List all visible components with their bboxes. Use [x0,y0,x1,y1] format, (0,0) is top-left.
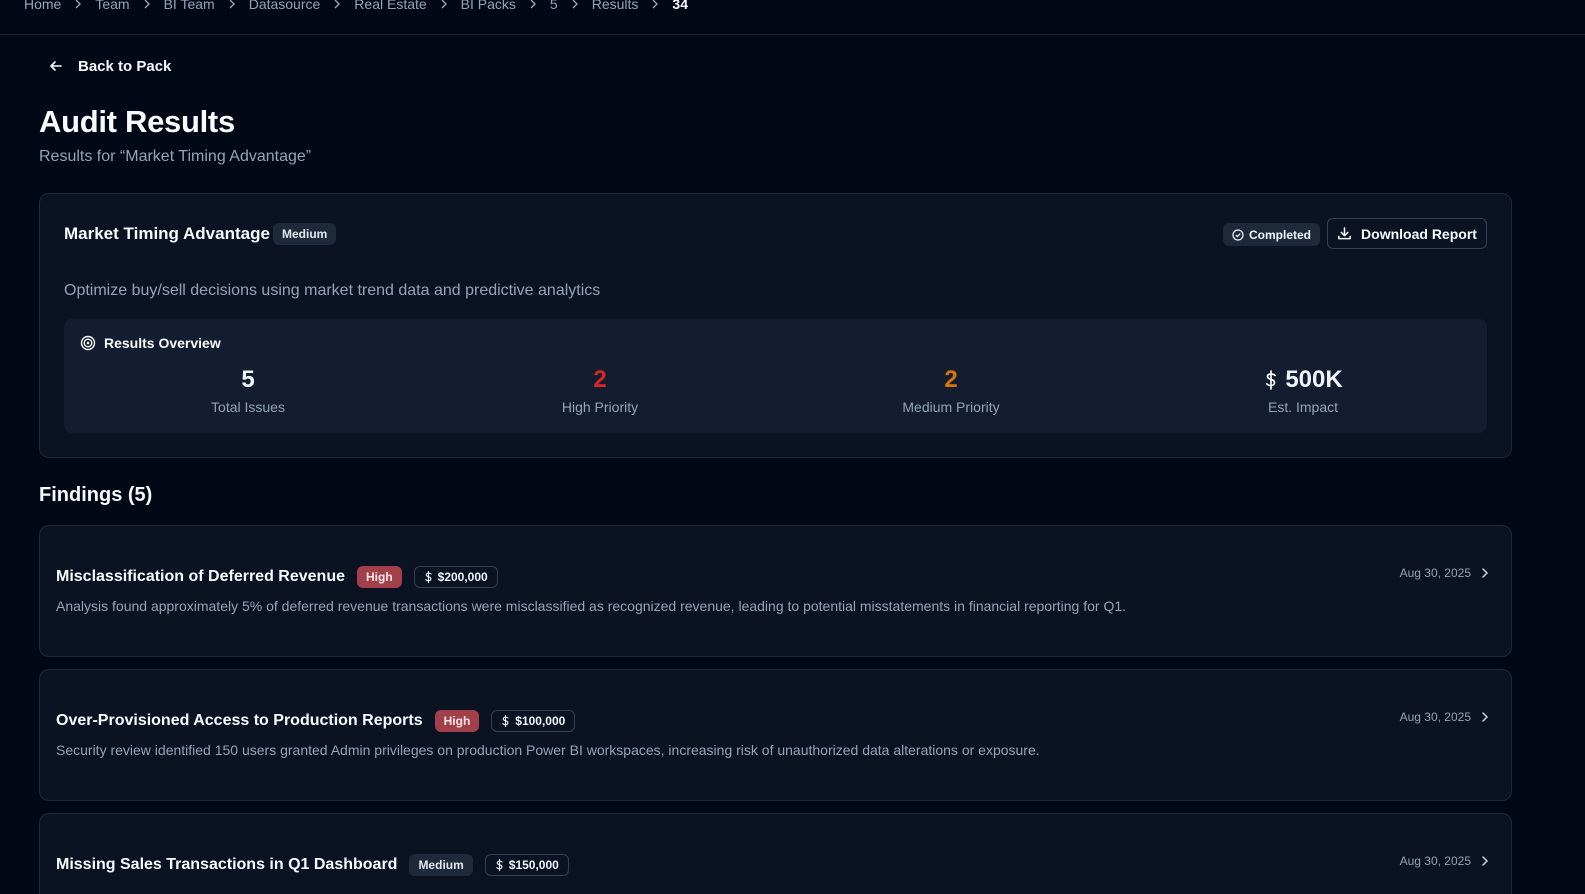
chevron-right-icon [427,0,461,9]
finding-header: Over-Provisioned Access to Production Re… [56,710,576,732]
pack-description: Optimize buy/sell decisions using market… [64,282,601,299]
finding-date: Aug 30, 2025 [1399,710,1471,724]
chevron-right-icon [61,0,95,9]
finding-description: Analysis found approximately 5% of defer… [56,598,1127,614]
chevron-right-icon [516,0,550,9]
impact-value: $150,000 [508,858,559,872]
results-overview: Results Overview 5 Total Issues 2 High P… [64,319,1487,433]
finding-card[interactable]: Over-Provisioned Access to Production Re… [39,669,1512,801]
target-icon [80,335,96,351]
chevron-right-icon [638,0,672,9]
chevron-right-icon [130,0,164,9]
stat-est-impact: 500K Est. Impact [1127,365,1479,415]
finding-description: Security review identified 150 users gra… [56,742,1040,758]
breadcrumb-team[interactable]: Team [95,0,129,12]
finding-header: Missing Sales Transactions in Q1 Dashboa… [56,854,569,876]
overview-heading-label: Results Overview [104,335,221,351]
check-circle-icon [1232,228,1244,241]
impact-badge: $150,000 [484,854,569,876]
download-report-button[interactable]: Download Report [1327,218,1487,249]
breadcrumb-bi-packs[interactable]: BI Packs [461,0,516,12]
stat-medium-priority: 2 Medium Priority [775,365,1127,415]
finding-header: Misclassification of Deferred Revenue Hi… [56,566,498,588]
stat-value: 2 [593,366,607,393]
breadcrumb-datasource[interactable]: Datasource [249,0,321,12]
page-title: Audit Results [39,104,235,139]
chevron-right-icon [320,0,354,9]
status-badge: Completed [1223,223,1321,246]
stat-high-priority: 2 High Priority [424,365,776,415]
severity-badge: High [434,710,480,732]
stat-value: 2 [944,366,958,393]
breadcrumb-bi-team[interactable]: BI Team [164,0,215,12]
top-bar: Home Team BI Team Datasource Real Estate… [0,0,1585,35]
impact-value: $200,000 [437,570,488,584]
breadcrumb-results[interactable]: Results [592,0,639,12]
stat-label: Est. Impact [1267,399,1339,415]
stat-label: Medium Priority [902,399,1000,415]
stat-value-row: 500K [1127,365,1479,395]
stat-label: High Priority [561,399,639,415]
stat-total-issues: 5 Total Issues [72,365,424,415]
stat-value: 500K [1285,366,1343,393]
severity-badge: High [356,566,402,588]
pack-name: Market Timing Advantage [64,224,270,243]
finding-card[interactable]: Misclassification of Deferred Revenue Hi… [39,525,1512,657]
breadcrumb-home[interactable]: Home [24,0,61,12]
finding-date: Aug 30, 2025 [1399,854,1471,868]
pack-summary-card: Market Timing Advantage Medium Completed… [39,193,1512,458]
finding-date: Aug 30, 2025 [1399,566,1471,580]
page-subtitle: Results for “Market Timing Advantage” [39,148,312,165]
chevron-right-icon [558,0,592,9]
findings-heading: Findings (5) [39,484,153,506]
finding-title: Missing Sales Transactions in Q1 Dashboa… [56,856,398,873]
chevron-right-icon[interactable] [1479,567,1491,579]
back-label: Back to Pack [78,57,172,75]
breadcrumb: Home Team BI Team Datasource Real Estate… [24,0,688,14]
finding-card[interactable]: Missing Sales Transactions in Q1 Dashboa… [39,813,1512,894]
breadcrumb-real-estate[interactable]: Real Estate [354,0,426,12]
impact-value: $100,000 [515,714,566,728]
stat-value: 5 [241,366,255,393]
download-icon [1338,227,1351,240]
severity-badge: Medium [409,854,473,876]
breadcrumb-current: 34 [672,0,688,12]
finding-title: Misclassification of Deferred Revenue [56,568,345,585]
impact-badge: $100,000 [491,710,576,732]
dollar-icon [502,715,509,727]
impact-badge: $200,000 [413,566,498,588]
arrow-left-icon [50,61,62,71]
download-label: Download Report [1361,225,1477,242]
back-to-pack-link[interactable]: Back to Pack [48,56,171,76]
finding-title: Over-Provisioned Access to Production Re… [56,712,423,729]
dollar-icon [424,571,432,583]
dollar-icon [1266,370,1277,390]
breadcrumb-pack-id[interactable]: 5 [550,0,558,12]
overview-heading: Results Overview [80,335,221,351]
dollar-icon [496,859,503,871]
chevron-right-icon[interactable] [1479,855,1491,867]
chevron-right-icon[interactable] [1479,711,1491,723]
chevron-right-icon [215,0,249,9]
stat-label: Total Issues [211,399,285,415]
priority-badge: Medium [273,223,337,245]
status-label: Completed [1249,227,1312,242]
